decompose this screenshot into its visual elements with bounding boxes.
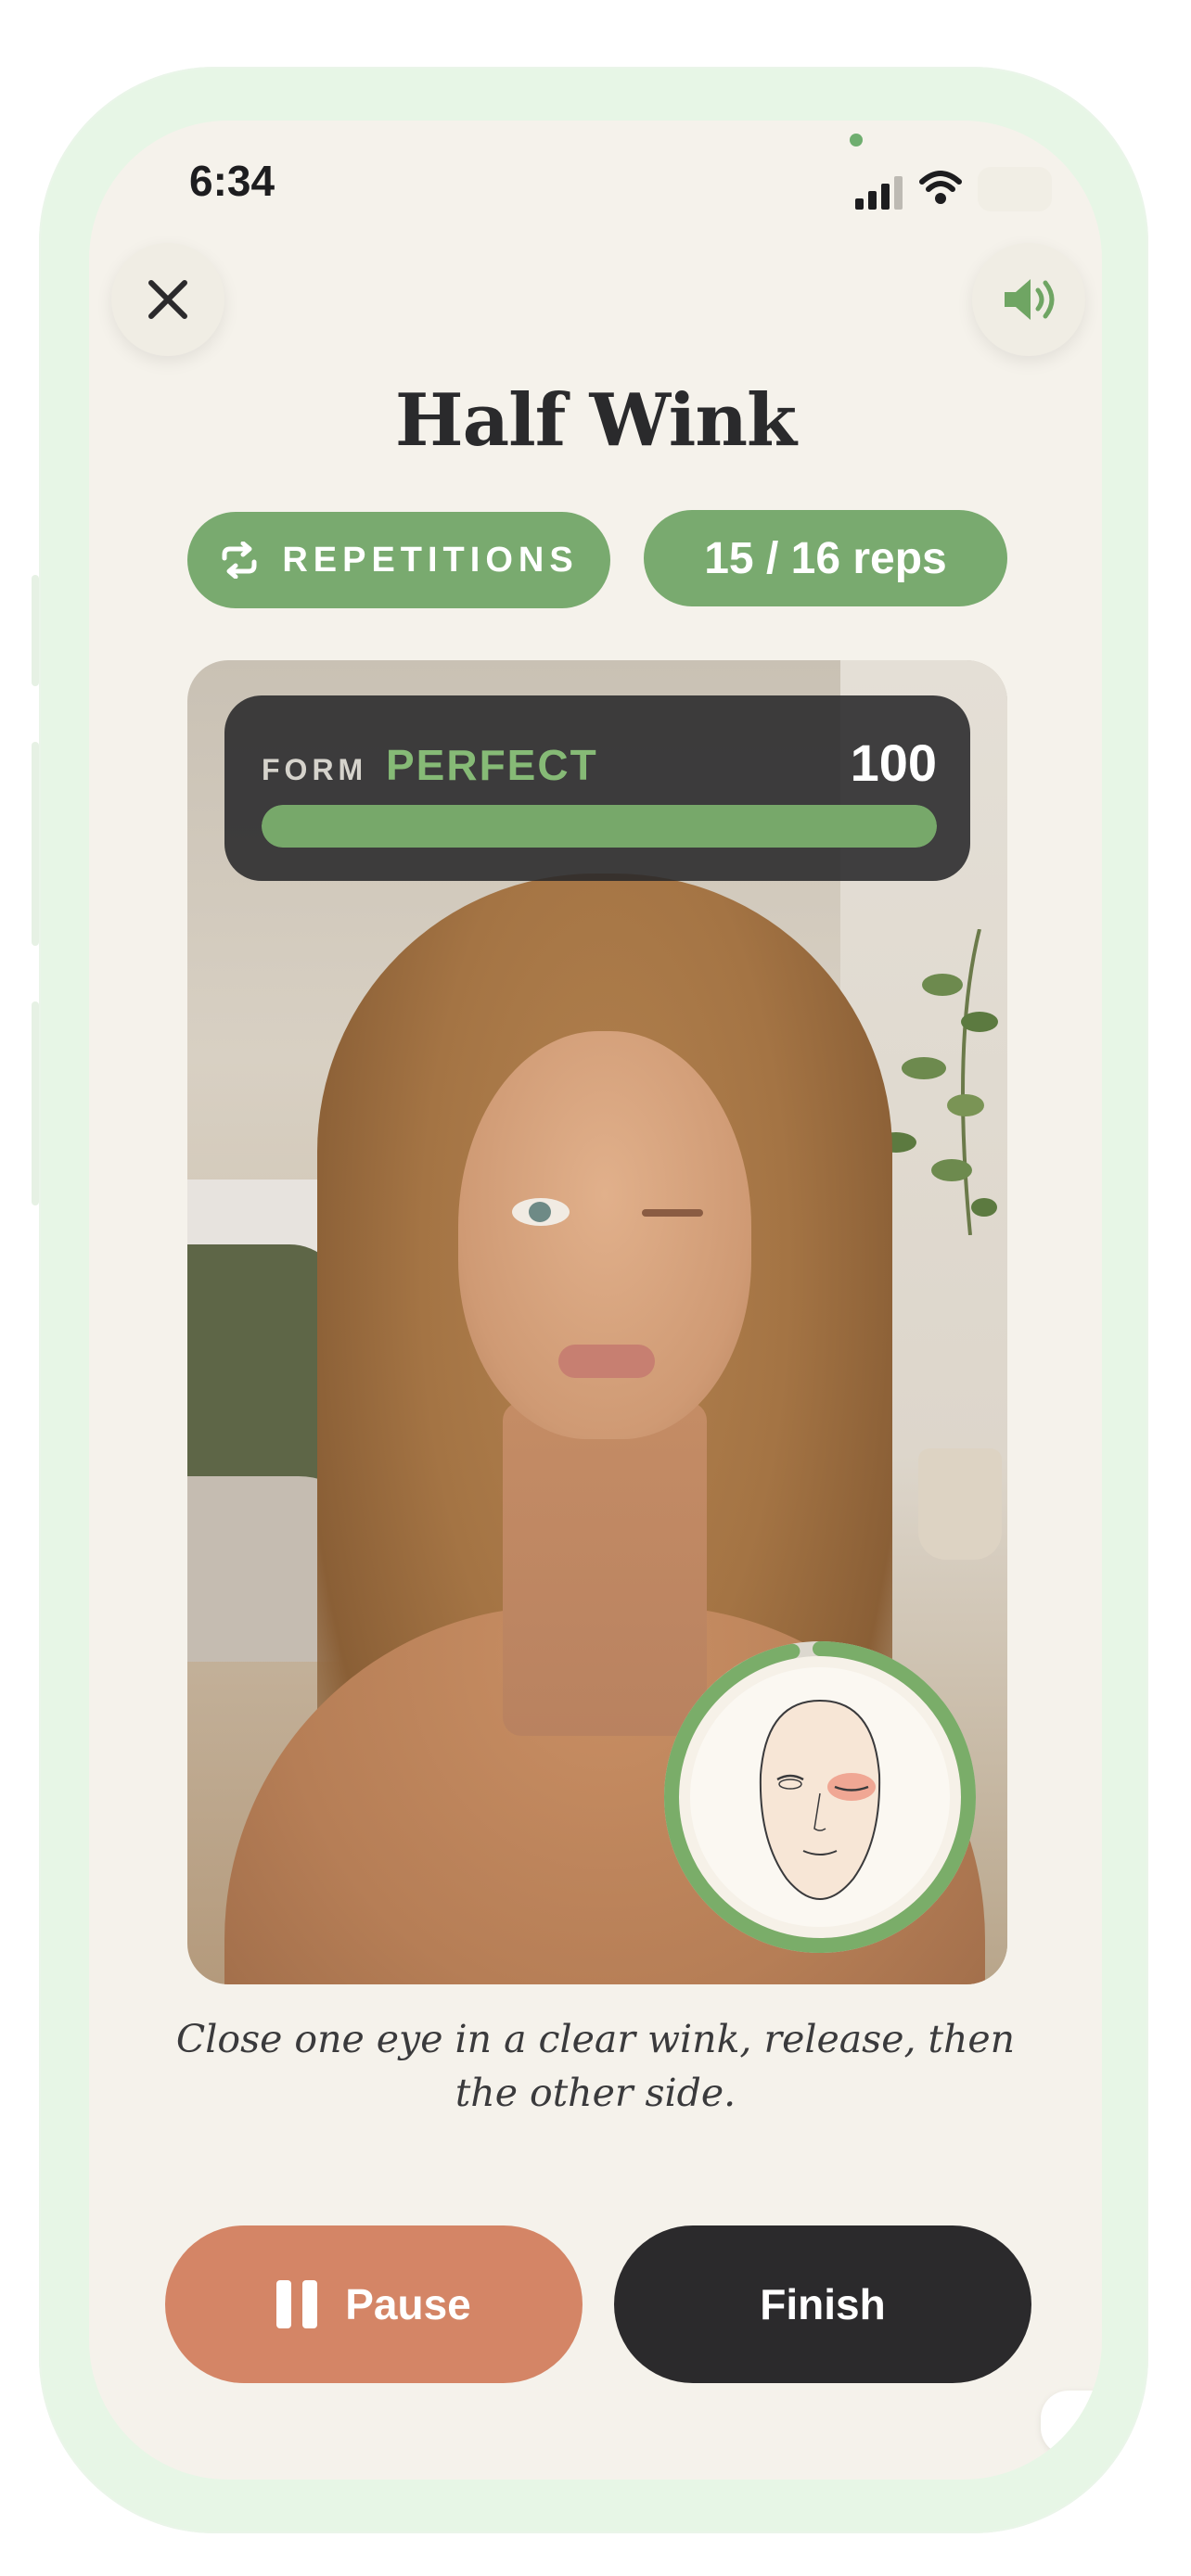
- finish-label: Finish: [760, 2280, 886, 2328]
- reps-label: 15 / 16 reps: [704, 533, 947, 583]
- reps-counter: 15 / 16 reps: [644, 510, 1007, 606]
- app-screen: 6:34 Half Wink REPETITIONS 15 / 16 reps …: [89, 121, 1102, 2480]
- side-button: [32, 575, 39, 686]
- form-progress-fill: [262, 805, 937, 848]
- form-score: 100: [850, 733, 937, 792]
- side-button: [32, 1001, 39, 1205]
- open-eye: [512, 1198, 570, 1226]
- form-progress-track: [262, 805, 937, 848]
- mode-badge: REPETITIONS: [187, 512, 610, 608]
- mode-label: REPETITIONS: [282, 540, 579, 580]
- close-icon: [148, 280, 187, 319]
- close-button[interactable]: [111, 243, 224, 356]
- speaker-icon: [1005, 279, 1055, 320]
- face-wink-guide-icon: [664, 1641, 976, 1953]
- battery-area: [978, 167, 1052, 211]
- side-button: [32, 742, 39, 946]
- camera-indicator-dot: [850, 134, 863, 147]
- pause-icon: [276, 2280, 318, 2328]
- finish-button[interactable]: Finish: [614, 2225, 1031, 2383]
- exercise-instruction: Close one eye in a clear wink, release, …: [175, 2017, 1016, 2115]
- form-label: FORM: [262, 753, 368, 786]
- camera-preview: FORM PERFECT 100: [187, 660, 1007, 1984]
- person-face: [458, 1031, 751, 1439]
- repeat-icon: [222, 542, 257, 579]
- status-time: 6:34: [189, 157, 275, 205]
- exercise-title: Half Wink: [394, 378, 797, 463]
- pause-label: Pause: [345, 2280, 471, 2328]
- winking-eye: [642, 1209, 703, 1217]
- form-score-panel: FORM PERFECT 100: [224, 695, 970, 881]
- cellular-signal-icon: [855, 176, 903, 210]
- lips: [558, 1345, 655, 1378]
- pot-image: [918, 1448, 1002, 1560]
- pause-button[interactable]: Pause: [165, 2225, 583, 2383]
- accessibility-badge[interactable]: [1041, 2391, 1096, 2455]
- form-status: PERFECT: [386, 741, 598, 789]
- wifi-icon: [919, 171, 962, 204]
- sound-toggle-button[interactable]: [972, 243, 1085, 356]
